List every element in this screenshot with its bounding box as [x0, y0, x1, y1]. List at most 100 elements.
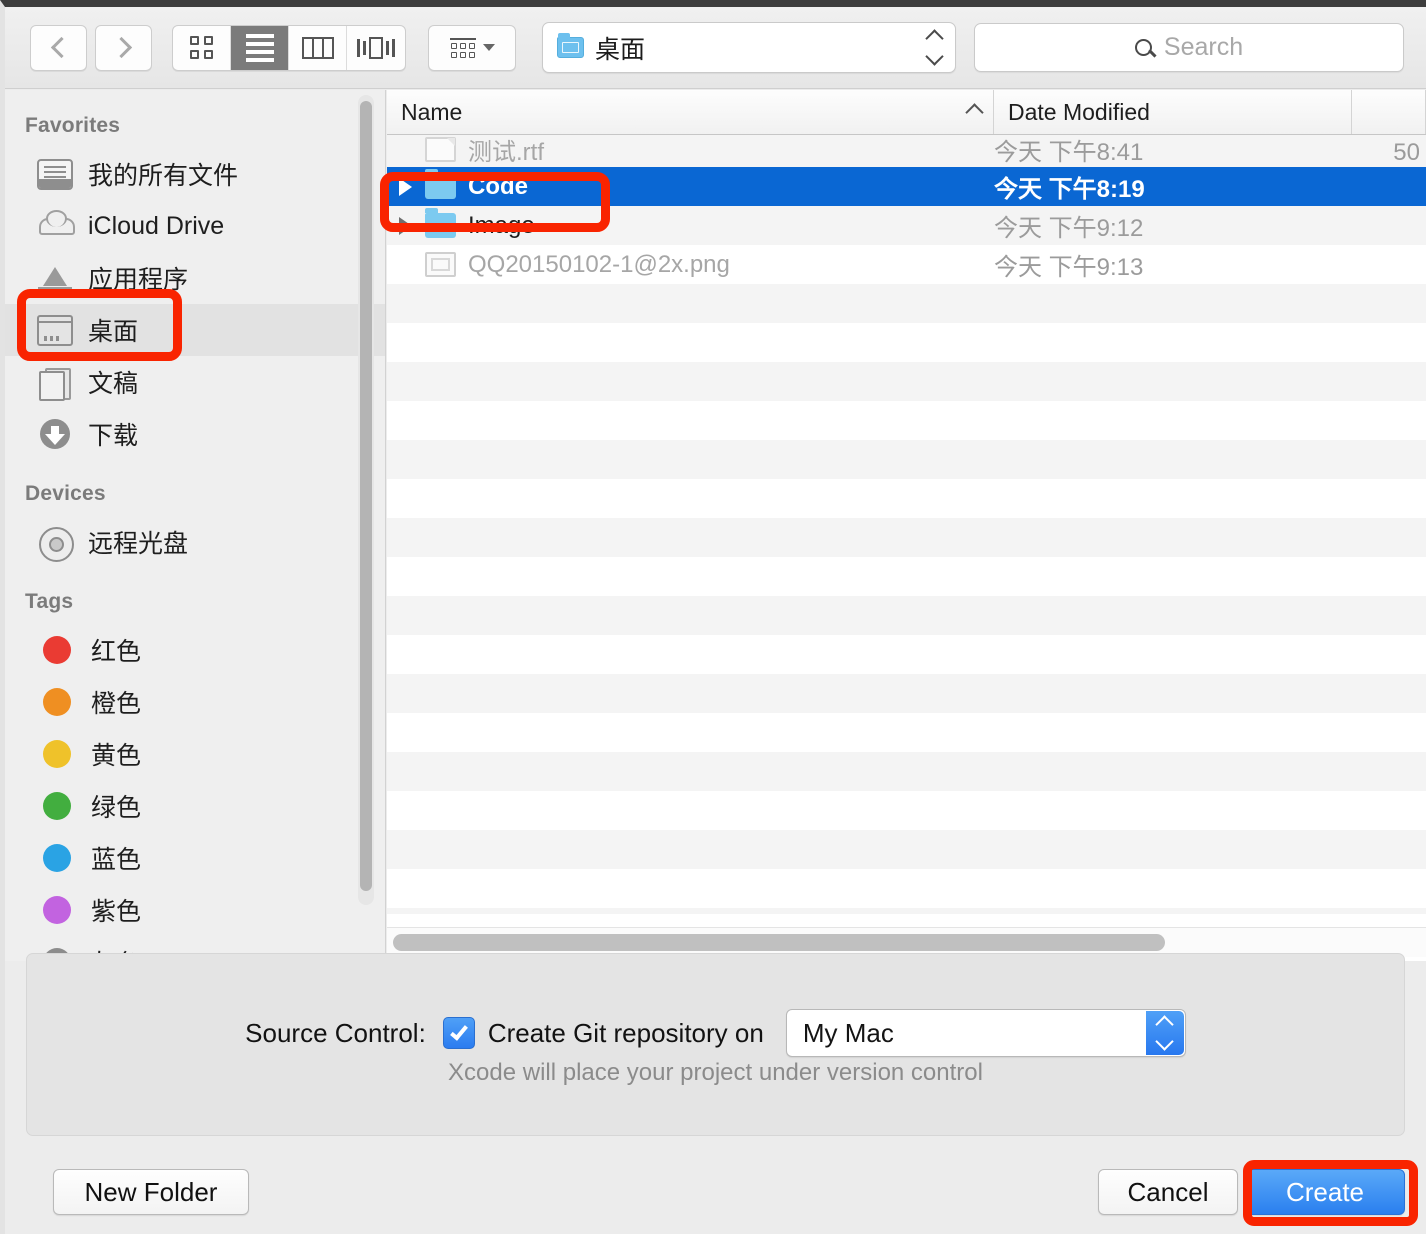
file-row-empty [387, 908, 1426, 914]
sidebar-tag-label: 蓝色 [91, 840, 141, 876]
sidebar-tag-label: 绿色 [91, 788, 141, 824]
column-header-size[interactable] [1352, 90, 1426, 134]
accessory-panel: Source Control: Create Git repository on… [5, 961, 1426, 1151]
file-save-dialog: 桌面 Search Favorites 我的所有文件 iCloud Drive … [0, 0, 1426, 1234]
file-date-modified: 今天 下午8:41 [994, 135, 1352, 167]
file-row-empty [387, 752, 1426, 791]
file-name: Image [468, 212, 535, 240]
folder-icon [425, 213, 456, 238]
file-list-rows: 测试.rtf 今天 下午8:41 50 Code 今天 下午8:19 Im [387, 135, 1426, 914]
sidebar-item-label: 我的所有文件 [88, 156, 238, 192]
coverflow-view-button[interactable] [347, 26, 405, 70]
sidebar-tag-label: 黄色 [91, 736, 141, 772]
sidebar-tag-purple[interactable]: 紫色 [5, 884, 385, 936]
file-name: QQ20150102-1@2x.png [468, 251, 730, 279]
sidebar-tag-green[interactable]: 绿色 [5, 780, 385, 832]
source-control-label: Source Control: [245, 1018, 426, 1049]
folder-icon [425, 174, 456, 199]
desktop-icon [37, 315, 73, 346]
icon-view-button[interactable] [173, 26, 231, 70]
search-field[interactable]: Search [974, 23, 1404, 72]
file-row-code[interactable]: Code 今天 下午8:19 [387, 167, 1426, 206]
sidebar-section-favorites-title: Favorites [5, 104, 385, 148]
sidebar-tag-label: 橙色 [91, 684, 141, 720]
file-row-empty [387, 323, 1426, 362]
sidebar-tag-label: 红色 [91, 632, 141, 668]
back-button[interactable] [30, 25, 87, 71]
sidebar-tag-yellow[interactable]: 黄色 [5, 728, 385, 780]
back-arrow-icon [50, 37, 71, 58]
sidebar-item-downloads[interactable]: 下载 [5, 408, 385, 460]
file-name: 测试.rtf [468, 135, 544, 167]
tag-color-dot [43, 896, 71, 924]
column-header-label: Date Modified [1008, 99, 1150, 126]
horizontal-scrollbar[interactable] [393, 934, 1165, 951]
sidebar-tag-label: 紫色 [91, 892, 141, 928]
column-header-date-modified[interactable]: Date Modified [994, 90, 1352, 134]
sidebar-tag-red[interactable]: 红色 [5, 624, 385, 676]
sidebar-item-documents[interactable]: 文稿 [5, 356, 385, 408]
new-folder-button[interactable]: New Folder [53, 1169, 249, 1215]
create-git-repository-checkbox[interactable] [443, 1017, 475, 1049]
sidebar-tag-blue[interactable]: 蓝色 [5, 832, 385, 884]
list-view-button[interactable] [231, 26, 289, 70]
arrange-by-button[interactable] [428, 25, 516, 71]
sidebar-item-desktop[interactable]: 桌面 [5, 304, 385, 356]
file-row-empty [387, 284, 1426, 323]
sidebar-item-all-my-files[interactable]: 我的所有文件 [5, 148, 385, 200]
source-control-row: Source Control: Create Git repository on… [27, 1009, 1404, 1057]
sidebar-section-devices-title: Devices [5, 460, 385, 516]
dialog-button-bar: New Folder Cancel Create [5, 1151, 1426, 1234]
folder-icon [557, 37, 584, 58]
file-row-image[interactable]: Image 今天 下午9:12 [387, 206, 1426, 245]
sidebar-item-remote-disc[interactable]: 远程光盘 [5, 516, 385, 568]
all-my-files-icon [37, 159, 73, 190]
rtf-file-icon [425, 137, 456, 162]
tag-color-dot [43, 792, 71, 820]
column-view-button[interactable] [289, 26, 347, 70]
file-row-rtf[interactable]: 测试.rtf 今天 下午8:41 50 [387, 135, 1426, 167]
file-size: 50 [1352, 139, 1426, 167]
file-row-empty [387, 362, 1426, 401]
disclosure-triangle-icon[interactable] [399, 178, 417, 196]
sort-ascending-icon [965, 103, 983, 121]
icon-view-icon [190, 36, 213, 59]
file-row-empty [387, 635, 1426, 674]
disclosure-triangle-icon[interactable] [399, 217, 417, 235]
source-control-hint: Xcode will place your project under vers… [27, 1059, 1404, 1087]
view-mode-segmented-control [172, 25, 406, 71]
sidebar-item-icloud-drive[interactable]: iCloud Drive [5, 200, 385, 252]
downloads-icon [37, 419, 73, 450]
git-location-popup[interactable]: My Mac [786, 1009, 1186, 1057]
list-view-icon [246, 34, 274, 62]
cancel-button[interactable]: Cancel [1098, 1169, 1238, 1215]
sidebar-item-label: 应用程序 [88, 260, 188, 296]
create-git-repository-label: Create Git repository on [488, 1018, 764, 1049]
sidebar-item-applications[interactable]: 应用程序 [5, 252, 385, 304]
file-row-empty [387, 713, 1426, 752]
png-file-icon [425, 252, 456, 277]
popup-stepper-icon[interactable] [1146, 1011, 1184, 1055]
file-row-empty [387, 830, 1426, 869]
file-row-png[interactable]: QQ20150102-1@2x.png 今天 下午9:13 [387, 245, 1426, 284]
path-popup-stepper-icon [928, 32, 941, 63]
checkmark-icon [450, 1021, 468, 1040]
path-popup-button[interactable]: 桌面 [542, 22, 956, 73]
sidebar-item-label: iCloud Drive [88, 212, 224, 241]
chevron-down-icon [483, 44, 495, 51]
file-row-empty [387, 479, 1426, 518]
git-location-value: My Mac [787, 1018, 894, 1049]
file-row-empty [387, 401, 1426, 440]
forward-button[interactable] [95, 25, 152, 71]
sidebar-tag-orange[interactable]: 橙色 [5, 676, 385, 728]
column-header-label: Name [401, 99, 462, 126]
file-row-empty [387, 596, 1426, 635]
column-header-name[interactable]: Name [387, 90, 994, 134]
coverflow-view-icon [357, 37, 395, 59]
sidebar: Favorites 我的所有文件 iCloud Drive 应用程序 桌面 文稿… [5, 90, 386, 962]
file-row-empty [387, 791, 1426, 830]
create-button[interactable]: Create [1245, 1169, 1405, 1215]
sidebar-scrollbar[interactable] [358, 95, 374, 905]
file-row-empty [387, 440, 1426, 479]
search-placeholder: Search [1164, 33, 1243, 62]
